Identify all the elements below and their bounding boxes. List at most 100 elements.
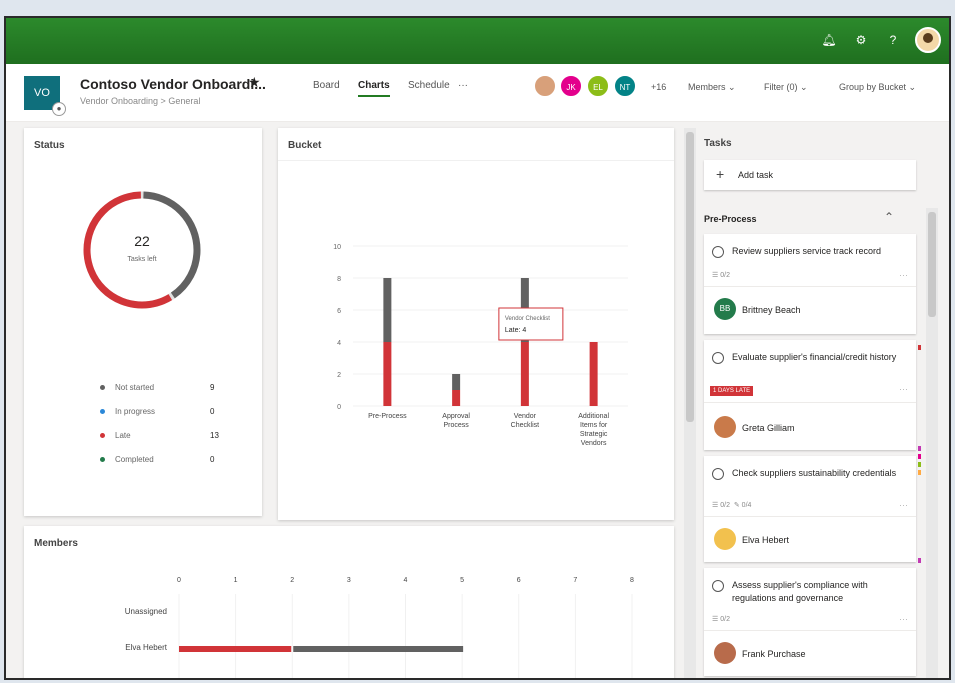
chevron-up-icon[interactable]: ⌃: [884, 210, 894, 224]
add-task-button[interactable]: + Add task: [704, 160, 916, 190]
user-avatar[interactable]: [915, 27, 941, 53]
legend-not-started: Not started 9: [100, 383, 214, 392]
assignee-name: Elva Hebert: [742, 535, 790, 545]
bar-not-started: [383, 278, 392, 342]
checklist-count: ☰ 0/2 ✎ 0/4: [712, 502, 752, 509]
status-title: Status: [34, 140, 65, 151]
task-card[interactable]: Evaluate supplier's financial/credit his…: [704, 340, 916, 450]
assignee-avatar: [714, 642, 736, 664]
y-tick-label: 0: [337, 404, 341, 411]
gear-icon[interactable]: ⚙: [853, 32, 869, 48]
y-tick-label: 4: [337, 340, 341, 347]
legend-late: Late 13: [100, 431, 219, 440]
bell-icon[interactable]: 🔔︎: [821, 32, 837, 48]
assignee-avatar: [714, 528, 736, 550]
tabs-more-button[interactable]: ···: [458, 80, 468, 91]
bucket-title: Bucket: [288, 140, 322, 151]
member-avatar[interactable]: EL: [586, 74, 610, 98]
plan-icon: VO ●: [24, 76, 66, 116]
bar-late: [383, 342, 392, 406]
bar-not-started: [452, 374, 461, 390]
tooltip-value: Late: 4: [505, 327, 527, 334]
x-tick-label: 7: [573, 577, 577, 584]
complete-checkbox[interactable]: [712, 468, 724, 480]
y-tick-label: 8: [337, 276, 341, 283]
member-avatar[interactable]: NT: [613, 74, 637, 98]
app-window: 🔔︎ ⚙ ? VO ● Contoso Vendor Onboardi... ★…: [4, 16, 951, 680]
bar-late: [589, 342, 598, 406]
task-title: Assess supplier's compliance with regula…: [732, 580, 868, 603]
plan-breadcrumb[interactable]: Vendor Onboarding > General: [80, 96, 200, 106]
members-bar-chart: 0 1 2 3 4 5 6 7 8 Unassigned Elva Hebert: [125, 577, 634, 678]
plus-icon: +: [716, 166, 725, 182]
y-tick-label: 10: [333, 244, 341, 251]
scroll-thumb[interactable]: [686, 132, 694, 422]
tab-schedule[interactable]: Schedule: [408, 80, 450, 91]
bar-not-started: [293, 646, 464, 652]
x-tick-label: 6: [517, 577, 521, 584]
task-card[interactable]: Review suppliers service track record ☰ …: [704, 234, 916, 334]
task-card[interactable]: Assess supplier's compliance with regula…: [704, 568, 916, 676]
plan-title[interactable]: Contoso Vendor Onboardi...: [80, 76, 266, 92]
complete-checkbox[interactable]: [712, 580, 724, 592]
bucket-bar-chart: 0 2 4 6 8 10 Pre-Process Approval Process Vendor C…: [333, 244, 628, 447]
assignee-avatar: [714, 416, 736, 438]
member-row-label: Unassigned: [125, 607, 167, 616]
label-color-marker: [918, 558, 921, 563]
task-title: Review suppliers service track record: [732, 246, 882, 256]
assignee-avatar: BB: [714, 298, 736, 320]
task-card[interactable]: Check suppliers sustainability credentia…: [704, 456, 916, 562]
x-tick-label: 5: [460, 577, 464, 584]
bar-late: [179, 646, 292, 652]
tasks-pane-title: Tasks: [704, 138, 732, 149]
more-options-icon[interactable]: ⋯: [899, 614, 908, 625]
category-label: Approval Process: [442, 413, 470, 429]
tasks-pane: Tasks + Add task Pre-Process ⌃ Review su…: [698, 122, 946, 678]
group-by-dropdown[interactable]: Group by Bucket ⌄: [839, 82, 916, 93]
tab-board[interactable]: Board: [313, 80, 340, 91]
group-icon: ●: [52, 102, 66, 116]
help-icon[interactable]: ?: [885, 32, 901, 48]
category-label: Vendor Checklist: [511, 413, 539, 429]
more-options-icon[interactable]: ⋯: [899, 384, 908, 395]
extra-members-count[interactable]: +16: [651, 82, 666, 92]
complete-checkbox[interactable]: [712, 246, 724, 258]
bar-late: [452, 390, 461, 406]
x-tick-label: 0: [177, 577, 181, 584]
x-tick-label: 4: [404, 577, 408, 584]
x-tick-label: 2: [290, 577, 294, 584]
bar-tooltip: Vendor Checklist Late: 4: [498, 307, 564, 341]
y-tick-label: 2: [337, 372, 341, 379]
more-options-icon[interactable]: ⋯: [899, 270, 908, 281]
x-tick-label: 3: [347, 577, 351, 584]
x-tick-label: 1: [234, 577, 238, 584]
bucket-chart-card: Bucket 0 2 4 6 8 10 Pre-Process Approval Process…: [278, 128, 674, 520]
plan-header: VO ● Contoso Vendor Onboardi... ★ Vendor…: [6, 64, 949, 122]
members-chart-card: Members 0 1 2 3 4 5 6 7 8 Unassigned Elva Hebert: [24, 526, 674, 678]
tasks-scrollbar[interactable]: [926, 208, 938, 678]
label-color-marker: [918, 345, 921, 350]
more-options-icon[interactable]: ⋯: [899, 500, 908, 511]
member-avatar[interactable]: [533, 74, 557, 98]
y-tick-label: 6: [337, 308, 341, 315]
scroll-thumb[interactable]: [928, 212, 936, 317]
tasks-left-label: Tasks left: [127, 256, 156, 263]
complete-checkbox[interactable]: [712, 352, 724, 364]
filter-dropdown[interactable]: Filter (0) ⌄: [764, 82, 808, 93]
member-avatar[interactable]: JK: [559, 74, 583, 98]
status-donut: 22 Tasks left: [83, 191, 201, 309]
category-label: Pre-Process: [368, 413, 407, 420]
tooltip-title: Vendor Checklist: [505, 316, 550, 322]
assignee-name: Frank Purchase: [742, 649, 806, 659]
star-icon[interactable]: ★: [248, 74, 261, 91]
main-scrollbar[interactable]: [684, 128, 696, 678]
bar-late: [520, 342, 529, 406]
bucket-header-pre-process: Pre-Process: [704, 214, 757, 224]
label-color-marker: [918, 462, 921, 467]
assignee-name: Brittney Beach: [742, 305, 801, 315]
members-dropdown[interactable]: Members ⌄: [688, 82, 736, 93]
tasks-left-count: 22: [134, 233, 150, 249]
status-card: Status 22 Tasks left Not started 9 In pro…: [24, 128, 262, 516]
assignee-name: Greta Gilliam: [742, 423, 795, 433]
tab-charts[interactable]: Charts: [358, 80, 390, 97]
